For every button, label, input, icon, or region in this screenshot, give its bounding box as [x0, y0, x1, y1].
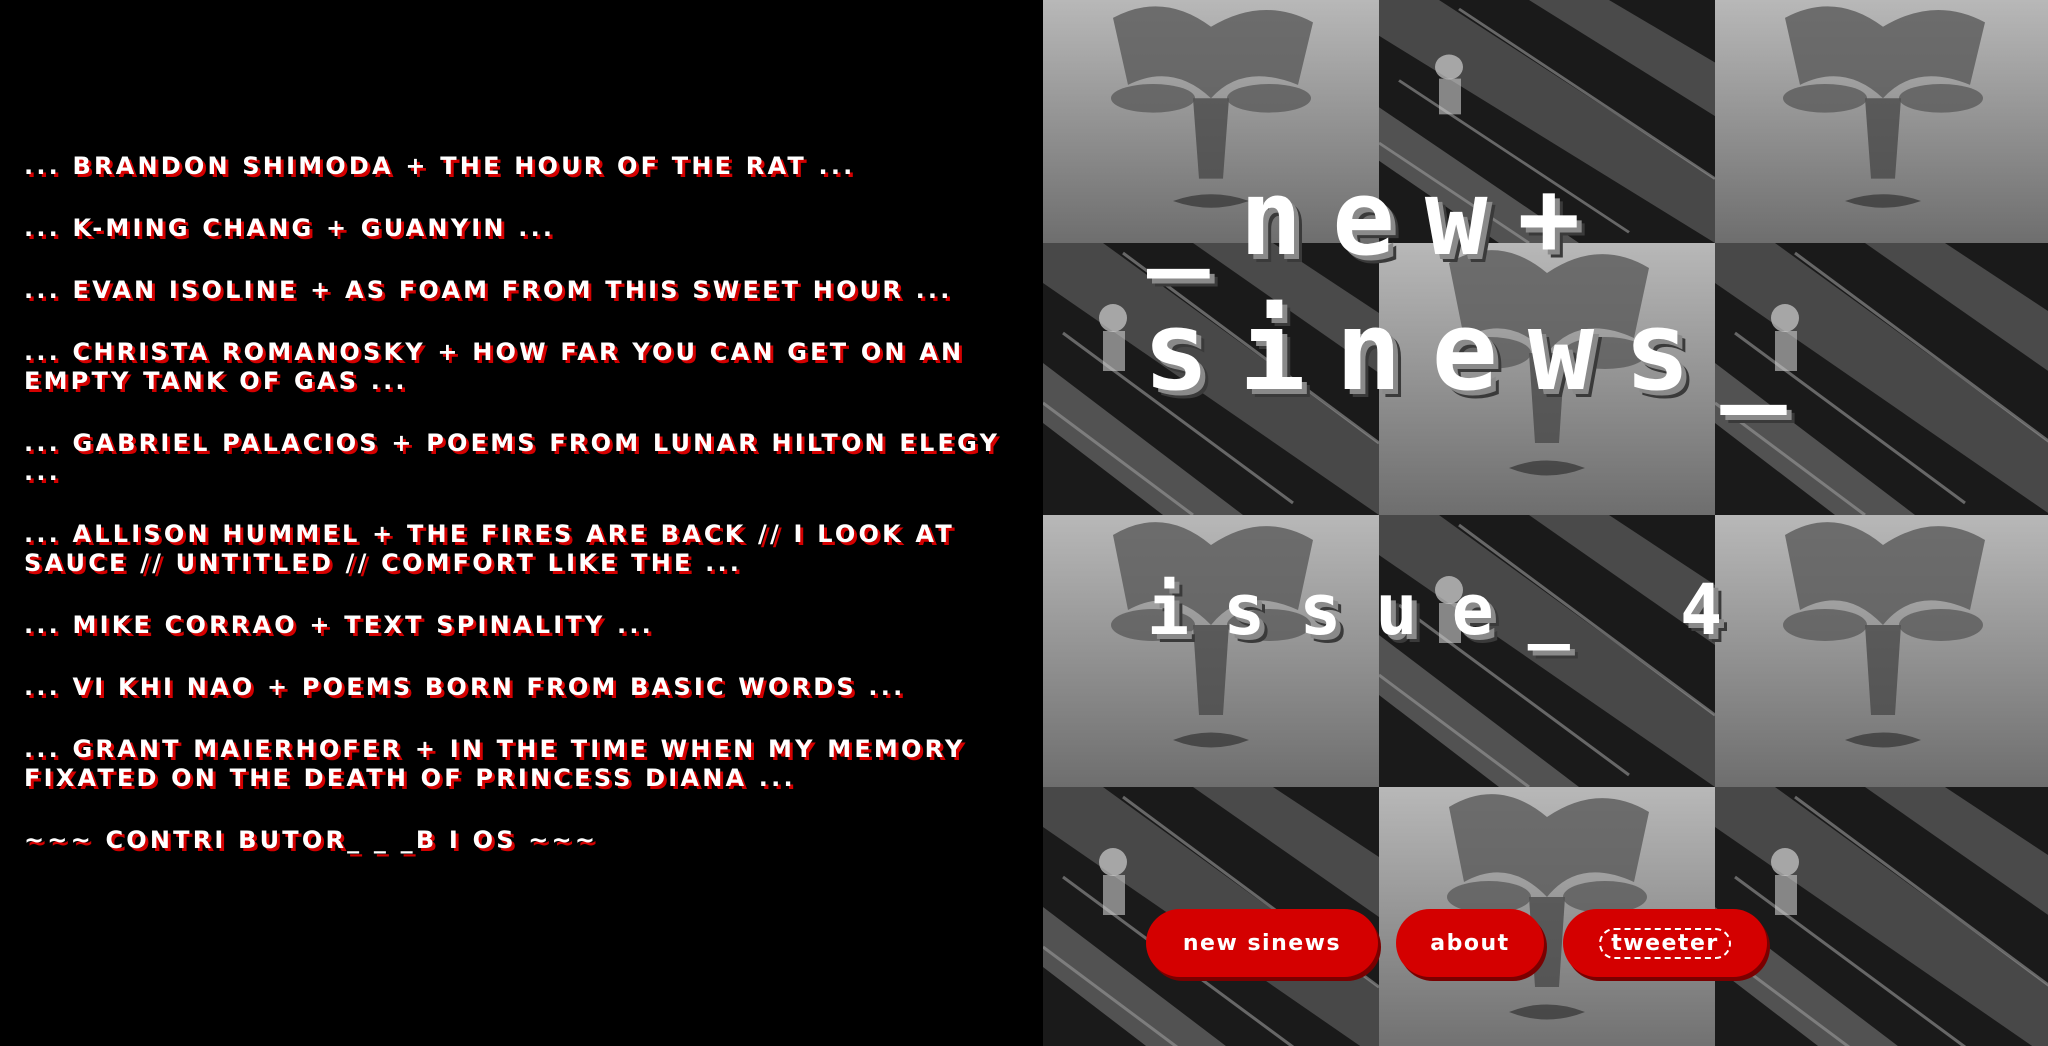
contents-list: ... BRANDON SHIMODA + THE HOUR OF THE RA…: [24, 152, 1034, 888]
tweeter-button-label: tweeter: [1599, 927, 1731, 959]
contents-item-hummel[interactable]: ... ALLISON HUMMEL + THE FIRES ARE BACK …: [24, 520, 1034, 578]
site-title-line-1: _new+: [1147, 157, 1611, 279]
contents-item-romanosky[interactable]: ... CHRISTA ROMANOSKY + HOW FAR YOU CAN …: [24, 338, 1034, 396]
contributor-bios-link[interactable]: ~~~ CONTRI BUTOR_ _ _B I OS ~~~: [24, 826, 1034, 855]
contents-item-nao[interactable]: ... VI KHI NAO + POEMS BORN FROM BASIC W…: [24, 673, 1034, 702]
contents-item-chang[interactable]: ... K-MING CHANG + GUANYIN ...: [24, 214, 1034, 243]
contents-item-isoline[interactable]: ... EVAN ISOLINE + AS FOAM FROM THIS SWE…: [24, 276, 1034, 305]
collage-face-image: [1715, 515, 2048, 787]
contents-item-maierhofer[interactable]: ... GRANT MAIERHOFER + IN THE TIME WHEN …: [24, 735, 1034, 793]
issue-label: issue_ 4: [1147, 569, 1757, 651]
collage-face-image: [1715, 0, 2048, 243]
cover-panel: _new+ sinews_ issue_ 4 new sinews about …: [1043, 0, 2048, 1046]
contents-item-shimoda[interactable]: ... BRANDON SHIMODA + THE HOUR OF THE RA…: [24, 152, 1034, 181]
contents-panel: ... BRANDON SHIMODA + THE HOUR OF THE RA…: [0, 0, 1043, 1046]
about-button[interactable]: about: [1396, 909, 1544, 977]
collage-photo-image: [1715, 787, 2048, 1046]
contents-item-palacios[interactable]: ... GABRIEL PALACIOS + POEMS FROM LUNAR …: [24, 429, 1034, 487]
contents-item-corrao[interactable]: ... MIKE CORRAO + TEXT SPINALITY ...: [24, 611, 1034, 640]
tweeter-button[interactable]: tweeter: [1563, 909, 1767, 977]
new-sinews-button[interactable]: new sinews: [1146, 909, 1378, 977]
site-title-line-2: sinews_: [1143, 287, 1817, 415]
